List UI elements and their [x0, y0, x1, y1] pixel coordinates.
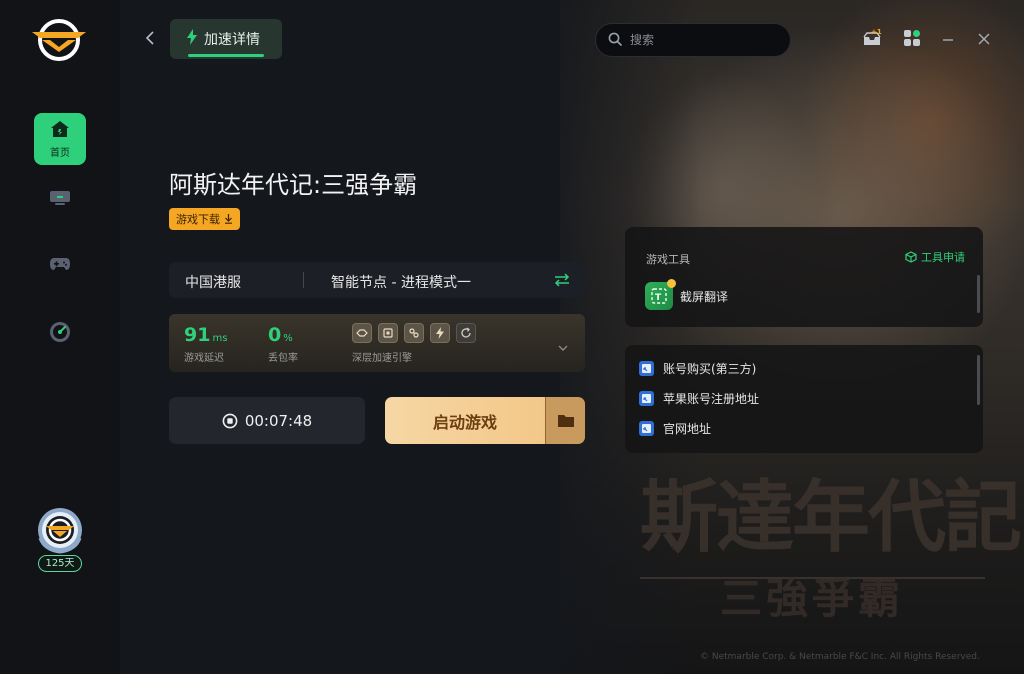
server-node: 智能节点 - 进程模式一	[331, 275, 471, 291]
tab-active-indicator	[188, 54, 264, 57]
sidebar-item-monitor[interactable]	[34, 174, 86, 226]
background-game-title: 斯達年代記	[640, 472, 1022, 563]
download-game-button[interactable]: 游戏下载	[169, 208, 240, 230]
app-window: 斯達年代記 三強爭霸 © Netmarble Corp. & Netmarble…	[0, 0, 1024, 674]
server-selector[interactable]: 中国港服 智能节点 - 进程模式一	[169, 262, 585, 298]
game-links-panel: 账号购买(第三方) 苹果账号注册地址 官网地址	[625, 345, 983, 453]
link-account-purchase[interactable]: 账号购买(第三方)	[639, 360, 756, 377]
game-folder-button[interactable]	[545, 397, 585, 444]
links-scrollbar[interactable]	[977, 355, 980, 405]
external-link-icon	[639, 391, 654, 406]
external-link-icon	[639, 361, 654, 376]
monitor-icon	[49, 189, 71, 211]
link-apple-account-register[interactable]: 苹果账号注册地址	[639, 390, 759, 407]
launch-game-button[interactable]: 启动游戏	[385, 397, 545, 444]
sidebar-item-label: 首页	[50, 147, 70, 159]
apps-button[interactable]	[902, 30, 922, 50]
close-icon	[977, 31, 991, 50]
node-engine-icon	[404, 323, 424, 343]
game-tools-panel: 游戏工具 工具申请 T 截屏翻译	[625, 227, 983, 327]
link-label: 官网地址	[663, 422, 712, 436]
refresh-engine-icon	[456, 323, 476, 343]
engine-label: 深层加速引擎	[352, 353, 412, 364]
tools-header: 游戏工具	[646, 253, 690, 266]
latency-unit: ms	[212, 333, 228, 344]
tool-badge	[667, 279, 676, 288]
minimize-icon	[941, 31, 955, 50]
chevron-down-icon[interactable]	[557, 338, 569, 351]
tool-apply-label: 工具申请	[921, 251, 965, 264]
close-button[interactable]	[974, 30, 994, 50]
external-link-icon	[639, 421, 654, 436]
acceleration-timer: 00:07:48	[244, 411, 313, 430]
search-box[interactable]	[595, 23, 791, 57]
stop-acceleration-button[interactable]: 00:07:48	[169, 397, 365, 444]
background-copyright: © Netmarble Corp. & Netmarble F&C Inc. A…	[700, 652, 980, 662]
app-logo	[30, 14, 88, 64]
home-icon	[50, 120, 70, 142]
sidebar-item-games[interactable]	[34, 240, 86, 292]
back-button[interactable]	[140, 28, 160, 50]
search-icon	[608, 31, 622, 50]
tab-acceleration-details[interactable]: 加速详情	[170, 19, 282, 59]
switch-node-icon[interactable]	[553, 271, 571, 289]
search-input[interactable]	[630, 33, 780, 47]
tool-screenshot-translate[interactable]: T 截屏翻译	[645, 279, 729, 310]
download-icon	[224, 214, 233, 224]
apps-grid-icon	[903, 29, 921, 51]
stats-panel[interactable]: 91 ms 游戏延迟 0% 丢包率 深层加速引擎	[169, 314, 585, 372]
cube-icon	[905, 251, 917, 263]
packet-loss-value: 0	[268, 324, 282, 346]
gamepad-icon	[49, 256, 71, 276]
stop-icon	[222, 413, 238, 429]
engine-icons	[352, 323, 476, 343]
latency-stat: 91 ms	[184, 324, 227, 346]
lightning-icon	[186, 29, 198, 49]
tool-apply-link[interactable]: 工具申请	[905, 249, 965, 265]
tools-scrollbar[interactable]	[977, 275, 980, 313]
speedometer-icon	[49, 321, 71, 347]
sidebar-item-speed[interactable]	[34, 308, 86, 360]
download-label: 游戏下载	[176, 213, 220, 226]
svg-text:T: T	[655, 293, 662, 303]
background-game-subtitle: 三強爭霸	[720, 574, 905, 623]
tab-label: 加速详情	[204, 32, 260, 48]
member-days-badge: 125天	[38, 555, 82, 572]
packet-loss-stat: 0%	[268, 324, 293, 346]
chip-engine-icon	[378, 323, 398, 343]
gift-inbox-button[interactable]: +1	[862, 28, 882, 52]
sidebar-item-home[interactable]: 首页	[34, 113, 86, 165]
link-label: 苹果账号注册地址	[663, 392, 760, 406]
tool-label: 截屏翻译	[680, 289, 729, 304]
packet-loss-unit: %	[283, 333, 293, 344]
boost-engine-icon	[430, 323, 450, 343]
packet-loss-label: 丢包率	[268, 353, 298, 364]
gift-badge-text: +1	[871, 28, 882, 36]
chevron-left-icon	[145, 30, 155, 49]
inbox-plus-icon: +1	[862, 28, 882, 52]
latency-value: 91	[184, 324, 211, 346]
screenshot-translate-icon: T	[645, 279, 676, 310]
link-official-site[interactable]: 官网地址	[639, 420, 711, 437]
divider	[303, 272, 304, 288]
link-label: 账号购买(第三方)	[663, 362, 757, 376]
link-engine-icon	[352, 323, 372, 343]
latency-label: 游戏延迟	[184, 353, 224, 364]
game-title: 阿斯达年代记:三强争霸	[169, 171, 418, 199]
server-region: 中国港服	[185, 275, 241, 291]
folder-icon	[557, 413, 575, 428]
sidebar: 首页 125天	[0, 0, 120, 674]
minimize-button[interactable]	[938, 30, 958, 50]
